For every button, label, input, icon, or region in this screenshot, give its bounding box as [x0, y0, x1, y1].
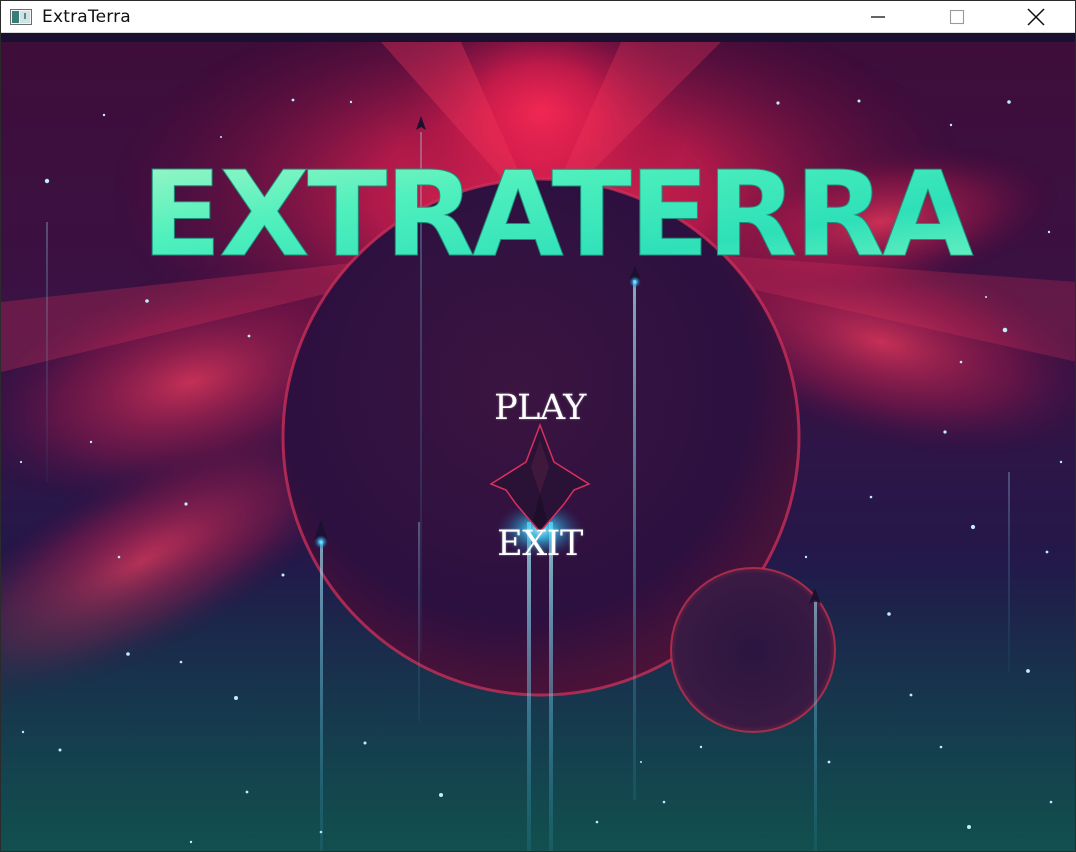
- play-button[interactable]: PLAY: [494, 388, 586, 428]
- maximize-icon: [949, 9, 964, 24]
- window-titlebar[interactable]: ExtraTerra: [1, 1, 1075, 33]
- close-button[interactable]: [996, 1, 1075, 32]
- game-title-logo: EXTRATERRA: [141, 152, 977, 277]
- game-title-text: EXTRATERRA: [141, 152, 973, 277]
- window-title: ExtraTerra: [42, 6, 131, 27]
- small-planet: [670, 567, 836, 733]
- game-window: ExtraTerra EXTRATERRA PLAY EXIT: [0, 0, 1076, 852]
- close-icon: [1026, 7, 1045, 26]
- minimize-button[interactable]: [838, 1, 917, 32]
- window-controls: [838, 1, 1075, 32]
- exit-button[interactable]: EXIT: [497, 524, 583, 564]
- minimize-icon: [870, 15, 885, 18]
- app-icon: [10, 8, 32, 25]
- game-canvas[interactable]: EXTRATERRA PLAY EXIT: [1, 42, 1075, 851]
- maximize-button[interactable]: [917, 1, 996, 32]
